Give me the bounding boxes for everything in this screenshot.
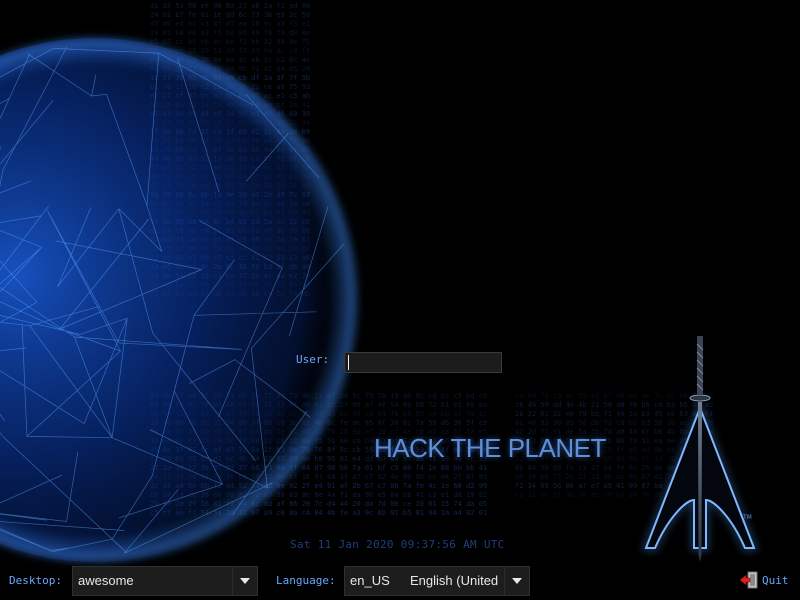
desktop-select[interactable]: awesome <box>72 566 258 596</box>
login-screen: 31 d3 53 58 ef 06 83 27 a8 2a f1 ad 90 2… <box>0 0 800 600</box>
desktop-chevron-down-icon[interactable] <box>232 567 257 595</box>
hex-texture-row: 31 d3 53 58 ef 06 83 27 a8 2a f1 ad 90 <box>150 2 310 10</box>
desktop-value: awesome <box>78 573 134 588</box>
hex-texture-row: c4 0d f3 c9 3e 95 a5 07 4b bd de 7c 57 0… <box>515 392 713 400</box>
hex-texture-row: 6c 40 92 30 85 9d db 72 cd b2 6d 58 1b a… <box>515 419 713 427</box>
exit-door-icon <box>739 571 758 589</box>
hex-texture-row: 24 b1 b7 fe 61 1e dd 6c 73 36 e9 2c 50 <box>150 11 310 19</box>
quit-label: Quit <box>762 573 789 587</box>
quit-button[interactable]: Quit <box>739 571 789 589</box>
username-input[interactable] <box>344 352 502 373</box>
language-label: Language: <box>276 574 336 587</box>
hex-texture-row: c1 02 cc b5 eb 4c be f1 bb 32 98 8e 75 <box>150 38 310 46</box>
language-code: en_US <box>350 573 390 588</box>
svg-text:TM: TM <box>742 514 752 521</box>
hex-texture-row: 2b 22 61 22 e8 70 bb f1 40 1a b3 45 c6 6… <box>515 410 713 418</box>
hex-texture-row: d7 d9 ed ec c3 8f 07 ea 10 9c a3 f3 e1 <box>150 20 310 28</box>
language-name: English (United <box>410 573 499 588</box>
tagline-text: HACK THE PLANET <box>374 433 606 463</box>
text-cursor <box>348 355 349 370</box>
hex-texture-row: c6 49 59 dd 4e 4b 21 50 a8 f6 b6 c4 b3 b… <box>515 401 713 409</box>
clock-readout: Sat 11 Jan 2020 09:37:56 AM UTC <box>290 538 505 551</box>
background-art: 31 d3 53 58 ef 06 83 27 a8 2a f1 ad 90 2… <box>0 2 759 566</box>
hex-texture-row: 28 05 b0 e0 a3 f5 be 8d 49 f6 f9 d0 0e <box>150 29 310 37</box>
language-select[interactable]: en_US English (United <box>344 566 530 596</box>
language-chevron-down-icon[interactable] <box>504 567 529 595</box>
user-label: User: <box>296 353 330 366</box>
desktop-label: Desktop: <box>9 574 62 587</box>
